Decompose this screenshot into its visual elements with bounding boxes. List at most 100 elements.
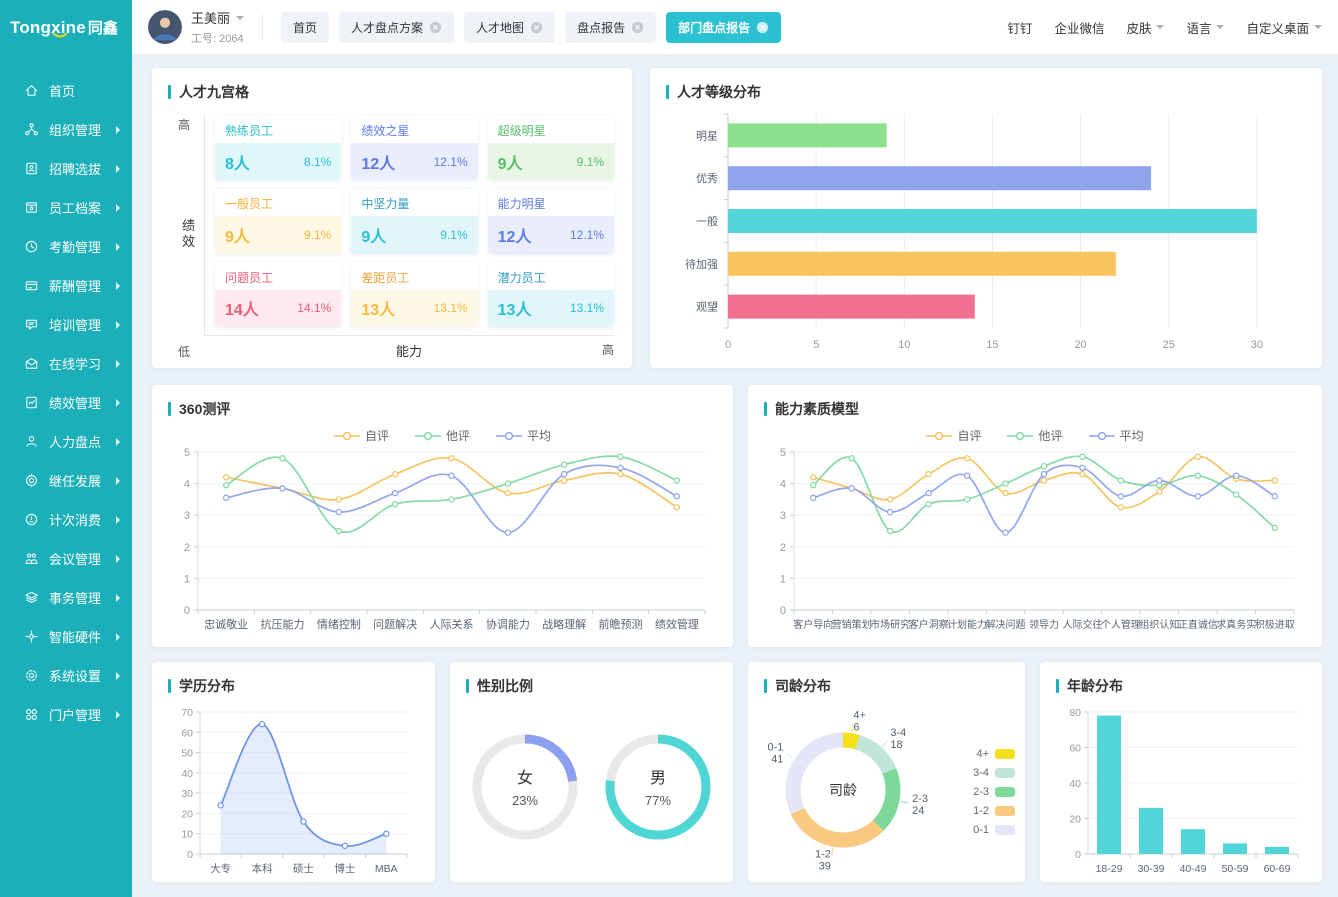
quick-link-label: 自定义桌面 bbox=[1246, 18, 1309, 37]
svg-text:5: 5 bbox=[813, 339, 819, 351]
nine-grid-cell[interactable]: 问题员工14人14.1% bbox=[215, 263, 341, 327]
sidebar-item-portal[interactable]: 门户管理 bbox=[0, 695, 132, 734]
quick-link-2[interactable]: 皮肤 bbox=[1126, 18, 1164, 37]
sidebar-item-training[interactable]: 培训管理 bbox=[0, 305, 132, 344]
quick-link-4[interactable]: 自定义桌面 bbox=[1246, 18, 1322, 37]
axis-label-ability: 能力 bbox=[396, 344, 422, 359]
legend-item[interactable]: 平均 bbox=[1089, 427, 1144, 444]
sidebar-item-employee-archive[interactable]: 员工档案 bbox=[0, 188, 132, 227]
quick-link-1[interactable]: 企业微信 bbox=[1054, 18, 1104, 37]
svg-text:积极进取: 积极进取 bbox=[1255, 618, 1295, 631]
chevron-right-icon bbox=[116, 282, 120, 290]
legend-swatch bbox=[995, 825, 1015, 835]
age-chart: 02040608018-2930-3940-4950-5960-69 bbox=[1040, 702, 1322, 880]
nine-grid-cell[interactable]: 差距员工13人13.1% bbox=[351, 263, 477, 327]
nine-grid-cell[interactable]: 中坚力量9人9.1% bbox=[351, 189, 477, 253]
nine-grid-cell[interactable]: 熟练员工8人8.1% bbox=[215, 116, 341, 180]
user-block[interactable]: 王美丽 工号: 2064 bbox=[148, 8, 244, 46]
svg-text:计划能力: 计划能力 bbox=[947, 618, 987, 631]
quick-link-label: 钉钉 bbox=[1007, 18, 1032, 37]
tab-label: 首页 bbox=[293, 19, 317, 36]
chevron-right-icon bbox=[116, 321, 120, 329]
svg-text:5: 5 bbox=[184, 447, 190, 459]
sidebar-item-talent-review[interactable]: 人力盘点 bbox=[0, 422, 132, 461]
nine-grid-cell[interactable]: 潜力员工13人13.1% bbox=[488, 263, 614, 327]
sidebar: Tongxine 同鑫 首页组织管理招聘选拔员工档案考勤管理薪酬管理培训管理在线… bbox=[0, 0, 132, 897]
svg-text:30: 30 bbox=[1251, 339, 1263, 351]
legend-item[interactable]: 自评 bbox=[926, 427, 981, 444]
nine-grid-cell-title: 绩效之星 bbox=[351, 116, 477, 143]
legend-item[interactable]: 1-2 bbox=[973, 805, 1015, 817]
svg-text:人际交往: 人际交往 bbox=[1062, 618, 1102, 631]
panel-competency-model: 能力素质模型 自评他评平均012345客户导向营销策划市场研究客户洞察计划能力解… bbox=[748, 385, 1322, 647]
chevron-right-icon bbox=[116, 165, 120, 173]
svg-text:6: 6 bbox=[853, 721, 859, 733]
sidebar-item-succession[interactable]: 继任发展 bbox=[0, 461, 132, 500]
nine-grid-cell[interactable]: 超级明星9人9.1% bbox=[488, 116, 614, 180]
panel-360-survey: 360测评 自评他评平均012345忠诚敬业抗压能力情绪控制问题解决人际关系协调… bbox=[152, 385, 733, 647]
legend-item[interactable]: 他评 bbox=[1007, 427, 1062, 444]
sidebar-item-label: 员工档案 bbox=[49, 198, 101, 217]
legend-marker-icon bbox=[415, 431, 441, 441]
legend-item[interactable]: 2-3 bbox=[973, 786, 1015, 798]
panel-title-bar bbox=[168, 85, 171, 99]
hardware-icon bbox=[24, 629, 39, 644]
tab-3[interactable]: 盘点报告 bbox=[565, 12, 656, 43]
grade-bar-svg: 051015202530明星优秀一般待加强观望 bbox=[666, 108, 1306, 358]
caret-down-icon bbox=[1216, 25, 1224, 29]
sidebar-item-performance[interactable]: 绩效管理 bbox=[0, 383, 132, 422]
sidebar-item-online-learning[interactable]: 在线学习 bbox=[0, 344, 132, 383]
legend-item[interactable]: 4+ bbox=[973, 748, 1015, 760]
nine-grid-cell-value: 9人9.1% bbox=[351, 216, 477, 253]
sidebar-item-metering[interactable]: 计次消费 bbox=[0, 500, 132, 539]
cell-count: 13人 bbox=[498, 296, 532, 320]
panel-header: 司龄分布 bbox=[748, 662, 1025, 702]
nine-grid-cell[interactable]: 能力明星12人12.1% bbox=[488, 189, 614, 253]
logo-text-cn: 同鑫 bbox=[88, 17, 118, 38]
legend-item[interactable]: 0-1 bbox=[973, 824, 1015, 836]
legend-marker-icon bbox=[1089, 431, 1115, 441]
panel-header: 360测评 bbox=[152, 385, 733, 425]
panel-talent-grade: 人才等级分布 051015202530明星优秀一般待加强观望 bbox=[650, 68, 1322, 368]
sidebar-item-recruit[interactable]: 招聘选拔 bbox=[0, 149, 132, 188]
cell-count: 9人 bbox=[361, 223, 386, 247]
legend-item[interactable]: 3-4 bbox=[973, 767, 1015, 779]
sidebar-item-affairs[interactable]: 事务管理 bbox=[0, 578, 132, 617]
legend-item[interactable]: 平均 bbox=[496, 427, 551, 444]
sidebar-item-home[interactable]: 首页 bbox=[0, 71, 132, 110]
tab-close-icon[interactable] bbox=[429, 21, 442, 34]
sidebar-item-smart-hardware[interactable]: 智能硬件 bbox=[0, 617, 132, 656]
nine-grid-cell[interactable]: 绩效之星12人12.1% bbox=[351, 116, 477, 180]
svg-text:30-39: 30-39 bbox=[1138, 863, 1165, 875]
nine-grid-cell-value: 12人12.1% bbox=[488, 216, 614, 253]
legend-swatch bbox=[995, 787, 1015, 797]
tab-label: 人才地图 bbox=[476, 19, 524, 36]
svg-text:正直诚信: 正直诚信 bbox=[1178, 618, 1218, 631]
tab-close-icon[interactable] bbox=[756, 21, 769, 34]
svg-text:1: 1 bbox=[780, 573, 786, 585]
sidebar-item-label: 计次消费 bbox=[49, 510, 101, 529]
quick-link-0[interactable]: 钉钉 bbox=[1007, 18, 1032, 37]
sidebar-item-system-settings[interactable]: 系统设置 bbox=[0, 656, 132, 695]
tab-close-icon[interactable] bbox=[631, 21, 644, 34]
nine-grid-body: 高 绩效 低 熟练员工8人8.1%绩效之星12人12.1%超级明星9人9.1%一… bbox=[152, 108, 632, 368]
legend-item[interactable]: 自评 bbox=[334, 427, 389, 444]
sidebar-item-attendance[interactable]: 考勤管理 bbox=[0, 227, 132, 266]
legend-item[interactable]: 他评 bbox=[415, 427, 470, 444]
tab-1[interactable]: 人才盘点方案 bbox=[339, 12, 454, 43]
sidebar-item-org[interactable]: 组织管理 bbox=[0, 110, 132, 149]
svg-text:解决问题: 解决问题 bbox=[986, 618, 1026, 631]
sidebar-item-meeting[interactable]: 会议管理 bbox=[0, 539, 132, 578]
tab-close-icon[interactable] bbox=[530, 21, 543, 34]
tab-0[interactable]: 首页 bbox=[281, 12, 329, 43]
tab-2[interactable]: 人才地图 bbox=[464, 12, 555, 43]
legend-label: 平均 bbox=[527, 427, 551, 444]
quick-link-3[interactable]: 语言 bbox=[1186, 18, 1224, 37]
topbar: 王美丽 工号: 2064 首页 人才盘点方案 人才地图 盘点报告部门盘点报告 钉钉 企业… bbox=[132, 0, 1338, 55]
app-logo[interactable]: Tongxine 同鑫 bbox=[0, 0, 132, 55]
nine-grid-cell[interactable]: 一般员工9人9.1% bbox=[215, 189, 341, 253]
sidebar-item-salary[interactable]: 薪酬管理 bbox=[0, 266, 132, 305]
nine-grid-cell-value: 8人8.1% bbox=[215, 143, 341, 180]
tab-4[interactable]: 部门盘点报告 bbox=[666, 12, 781, 43]
panel-title: 性别比例 bbox=[477, 676, 533, 696]
